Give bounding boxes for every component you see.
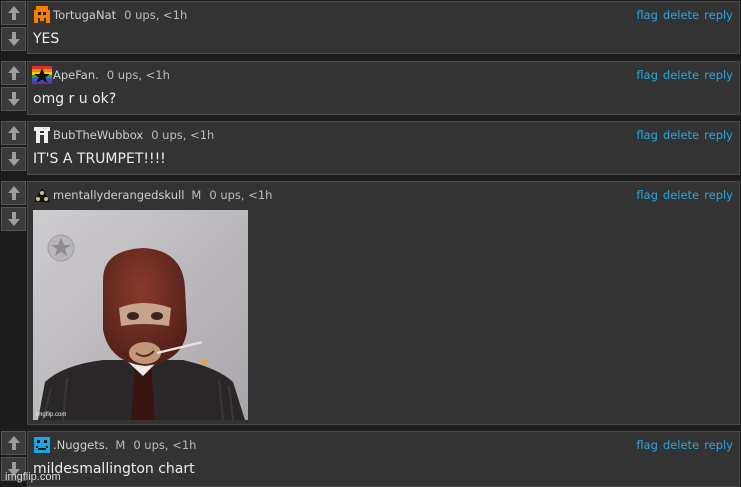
upvote-button[interactable] [1, 431, 26, 455]
comment-body: TortugaNat 0 ups, <1h flag delete reply YES [27, 1, 740, 54]
flag-link[interactable]: flag [636, 188, 658, 202]
username-link[interactable]: BubTheWubbox [53, 128, 143, 142]
upvote-button[interactable] [1, 121, 26, 145]
delete-link[interactable]: delete [663, 68, 699, 82]
arrow-down-icon [7, 92, 20, 106]
comment-actions: flag delete reply [631, 188, 733, 202]
comment-actions: flag delete reply [631, 128, 733, 142]
comment-meta: mentallyderangedskull M 0 ups, <1h [53, 188, 272, 202]
points-label: 0 ups, <1h [133, 438, 197, 452]
downvote-button[interactable] [1, 87, 26, 111]
arrow-up-icon [7, 186, 20, 200]
comment-body: BubTheWubbox 0 ups, <1h flag delete reply I… [27, 121, 740, 175]
downvote-button[interactable] [1, 147, 26, 171]
points-label: 0 ups, <1h [151, 128, 215, 142]
delete-link[interactable]: delete [663, 188, 699, 202]
arrow-up-icon [7, 436, 20, 450]
arrow-down-icon [7, 152, 20, 166]
arrow-up-icon [7, 6, 20, 20]
delete-link[interactable]: delete [663, 128, 699, 142]
flag-link[interactable]: flag [636, 68, 658, 82]
comment-actions: flag delete reply [631, 68, 733, 82]
comment-actions: flag delete reply [631, 438, 733, 452]
arrow-up-icon [7, 66, 20, 80]
upvote-button[interactable] [1, 1, 26, 25]
arrow-down-icon [7, 212, 20, 226]
image-watermark: imgflip.com [36, 412, 66, 418]
arrow-up-icon [7, 126, 20, 140]
mod-badge: M [115, 438, 126, 452]
comment-text: omg r u ok? [33, 91, 117, 107]
comment-meta: TortugaNat 0 ups, <1h [53, 8, 187, 22]
flag-link[interactable]: flag [636, 128, 658, 142]
flag-link[interactable]: flag [636, 8, 658, 22]
reply-link[interactable]: reply [704, 128, 733, 142]
reply-link[interactable]: reply [704, 438, 733, 452]
comment-meta: .Nuggets. M 0 ups, <1h [53, 438, 196, 452]
comment-meta: ApeFan. 0 ups, <1h [53, 68, 170, 82]
comment-text: IT'S A TRUMPET!!!! [33, 151, 166, 167]
downvote-button[interactable] [1, 27, 26, 51]
comment-body: mentallyderangedskull M 0 ups, <1h flag del… [27, 181, 740, 425]
username-link[interactable]: TortugaNat [53, 8, 116, 22]
username-link[interactable]: ApeFan. [53, 68, 99, 82]
comment-actions: flag delete reply [631, 8, 733, 22]
avatar-icon[interactable] [32, 185, 52, 205]
comment-body: .Nuggets. M 0 ups, <1h flag delete reply mil… [27, 431, 740, 487]
reply-link[interactable]: reply [704, 188, 733, 202]
points-label: 0 ups, <1h [209, 188, 273, 202]
comment-meta: BubTheWubbox 0 ups, <1h [53, 128, 214, 142]
username-link[interactable]: mentallyderangedskull [53, 188, 184, 202]
delete-link[interactable]: delete [663, 438, 699, 452]
reply-link[interactable]: reply [704, 68, 733, 82]
avatar-icon[interactable] [32, 5, 52, 25]
delete-link[interactable]: delete [663, 8, 699, 22]
badge-emblem [47, 234, 75, 262]
avatar-icon[interactable] [32, 65, 52, 85]
avatar-icon[interactable] [32, 435, 52, 455]
reply-link[interactable]: reply [704, 8, 733, 22]
points-label: 0 ups, <1h [124, 8, 188, 22]
comment-body: ApeFan. 0 ups, <1h flag delete reply omg r … [27, 61, 740, 115]
avatar-icon[interactable] [32, 125, 52, 145]
mod-badge: M [191, 188, 202, 202]
points-label: 0 ups, <1h [106, 68, 170, 82]
comment-text: YES [33, 31, 60, 47]
downvote-button[interactable] [1, 207, 26, 231]
flag-link[interactable]: flag [636, 438, 658, 452]
upvote-button[interactable] [1, 181, 26, 205]
page-watermark: imgflip.com [5, 471, 61, 483]
spy-meme-image[interactable]: imgflip.com [33, 210, 248, 420]
username-link[interactable]: .Nuggets. [53, 438, 108, 452]
arrow-down-icon [7, 32, 20, 46]
upvote-button[interactable] [1, 61, 26, 85]
